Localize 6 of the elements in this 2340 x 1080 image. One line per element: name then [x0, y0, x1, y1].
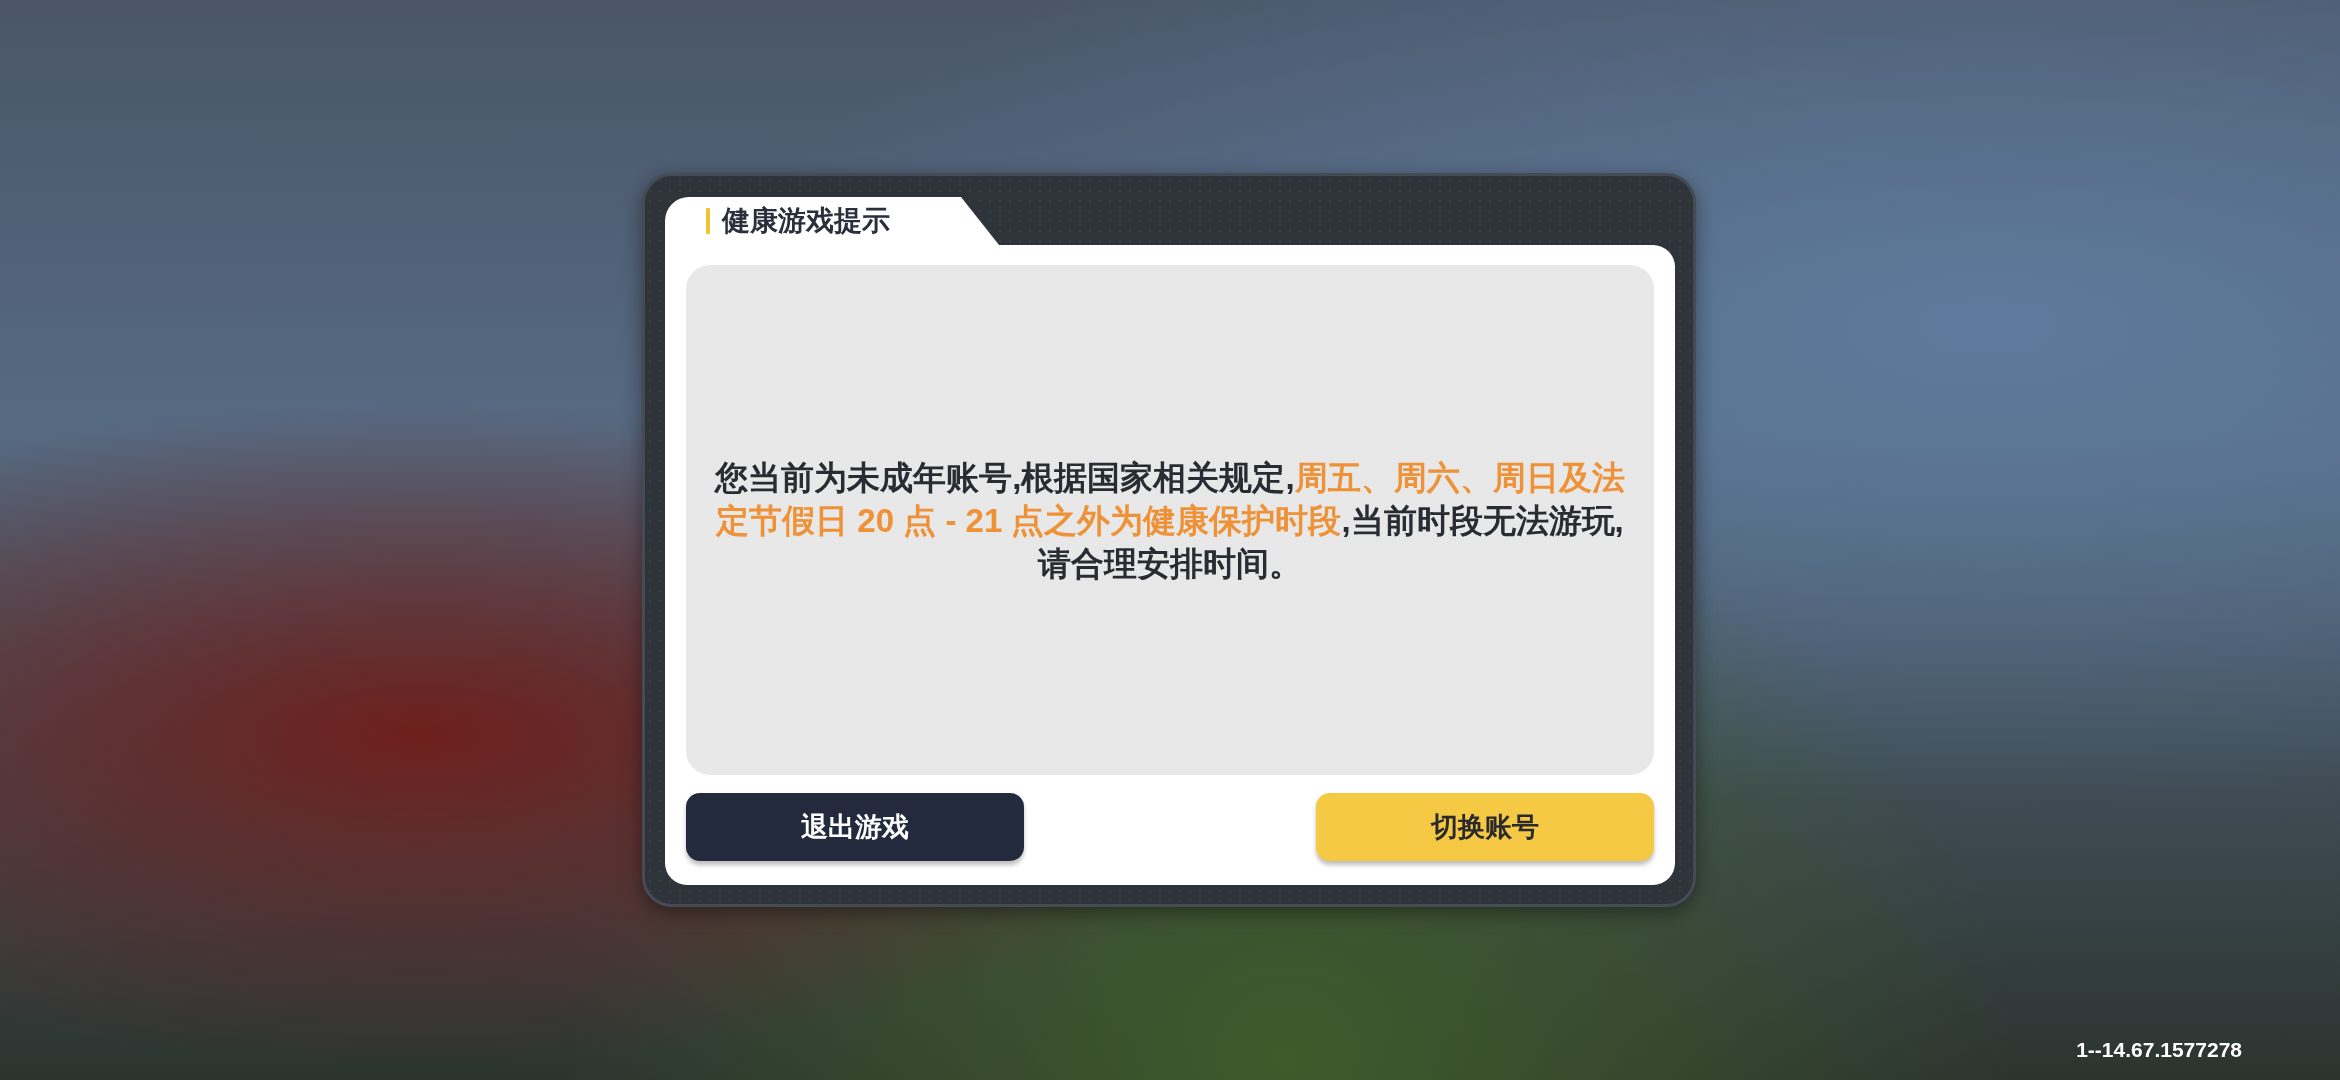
version-text: 1--14.67.1577278 [2076, 1036, 2242, 1063]
message-text: 您当前为未成年账号,根据国家相关规定,周五、周六、周日及法定节假日 20 点 - 21 点之外为健康保护时段,当前时段无法游玩,请合理安排时间。 [713, 457, 1626, 584]
switch-account-button[interactable]: 切换账号 [1316, 793, 1654, 861]
exit-game-button[interactable]: 退出游戏 [686, 793, 1024, 861]
accent-bar-icon [706, 208, 710, 234]
dialog-title: 健康游戏提示 [722, 207, 890, 235]
